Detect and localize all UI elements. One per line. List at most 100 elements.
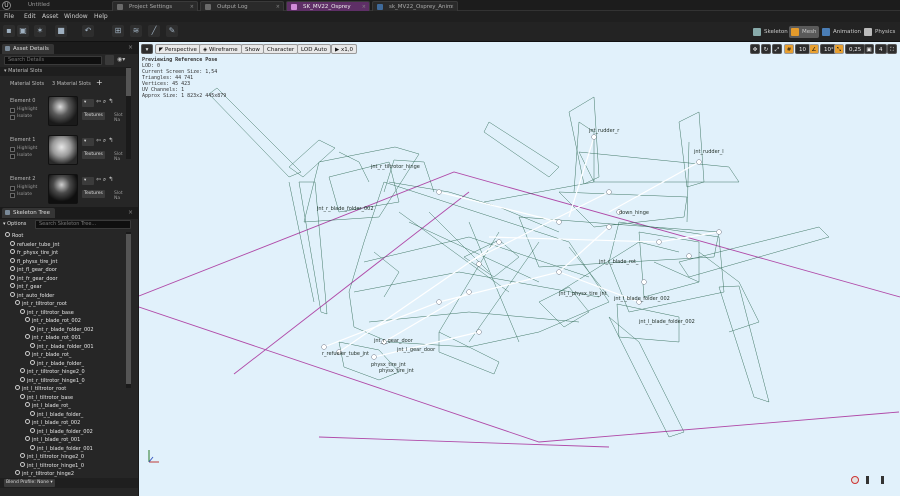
camera-speed-value[interactable]: 4 xyxy=(875,44,887,54)
browse-icon[interactable]: ▣ xyxy=(17,25,29,37)
skeleton-search-input[interactable]: Search Skeleton Tree... xyxy=(35,220,131,229)
character-button[interactable]: Character xyxy=(263,44,299,54)
details-scrollbar[interactable] xyxy=(126,67,131,159)
wireframe-button[interactable]: ◈ Wireframe xyxy=(199,44,242,54)
textures-dropdown[interactable]: Textures xyxy=(82,151,105,159)
material-thumbnail[interactable] xyxy=(48,174,78,204)
highlight-checkbox[interactable] xyxy=(10,108,15,113)
bone-row[interactable]: jnt_l_tiltrotor_root xyxy=(2,385,66,393)
viewport-options-icon[interactable]: ▾ xyxy=(141,44,153,54)
material-picker-icon[interactable]: ▾ xyxy=(82,177,94,185)
bone-row[interactable]: refueler_tube_jnt xyxy=(2,240,59,249)
camera-speed-icon[interactable]: ▣ xyxy=(864,44,874,54)
close-icon[interactable]: × xyxy=(128,209,133,216)
joint-marker[interactable] xyxy=(686,253,692,259)
scale-snap-icon[interactable]: ⤡ xyxy=(834,44,844,54)
bone-row[interactable]: jnt_r_tiltrotor_base xyxy=(2,308,74,317)
textures-dropdown[interactable]: Textures xyxy=(82,190,105,198)
bone-row[interactable]: jnt_l_blade_rot_001 xyxy=(2,436,80,444)
joint-marker[interactable] xyxy=(496,239,502,245)
viewport[interactable]: ▾ ◤ Perspective ◈ Wireframe Show Charact… xyxy=(139,42,900,496)
isolate-checkbox[interactable] xyxy=(10,154,15,159)
mode-skeleton[interactable]: Skeleton xyxy=(751,26,791,38)
table-view-icon[interactable] xyxy=(105,55,114,65)
material-picker-icon[interactable]: ▾ xyxy=(82,99,94,107)
translate-icon[interactable]: ✥ xyxy=(750,44,760,54)
joint-marker[interactable] xyxy=(436,299,442,305)
add-slot-icon[interactable]: + xyxy=(96,78,103,87)
tab-skeleton-tree[interactable]: Skeleton Tree xyxy=(2,208,55,218)
bone-row[interactable]: jnt_r_blade_folder_ xyxy=(2,359,84,368)
joint-marker[interactable] xyxy=(606,189,612,195)
brush-icon[interactable]: ╱ xyxy=(148,25,160,37)
record-icon[interactable] xyxy=(851,476,859,484)
stop-icon[interactable] xyxy=(881,476,884,484)
joint-marker[interactable] xyxy=(321,344,327,350)
tab-asset-details[interactable]: Asset Details xyxy=(2,44,54,54)
bone-row[interactable]: jnt_r_tiltrotor_hinge2 xyxy=(2,470,74,478)
bone-row[interactable]: jnt_f_gear xyxy=(2,283,42,291)
browse-arrow-icon[interactable]: ⇦ ⌕ ↰ xyxy=(96,98,113,106)
transform-icon[interactable]: ≋ xyxy=(130,25,142,37)
options-dropdown[interactable]: ▾ Options xyxy=(3,221,26,227)
scale-icon[interactable]: ⤢ xyxy=(772,44,782,54)
material-picker-icon[interactable]: ▾ xyxy=(82,138,94,146)
bone-row[interactable]: jnt_r_blade_rot_002 xyxy=(2,317,81,325)
reimport-icon[interactable]: ✶ xyxy=(34,25,46,37)
joint-marker[interactable] xyxy=(606,224,612,230)
menu-file[interactable]: File xyxy=(4,12,14,21)
bone-row[interactable]: jnt_l_tiltrotor_base xyxy=(2,393,73,402)
save-icon[interactable]: ▪ xyxy=(3,25,15,37)
joint-marker[interactable] xyxy=(641,279,647,285)
isolate-checkbox[interactable] xyxy=(10,193,15,198)
grid-snap-icon[interactable]: # xyxy=(784,44,794,54)
scale-snap-value[interactable]: 0,25 xyxy=(845,44,866,54)
tree-scrollbar[interactable] xyxy=(126,232,131,388)
browse-arrow-icon[interactable]: ⇦ ⌕ ↰ xyxy=(96,176,113,184)
bone-row[interactable]: jnt_r_blade_folder_001 xyxy=(2,342,94,351)
joint-marker[interactable] xyxy=(716,229,722,235)
bone-row[interactable]: Root xyxy=(2,232,23,240)
textures-dropdown[interactable]: Textures xyxy=(82,112,105,120)
material-slots-header[interactable]: ▾ Material Slots xyxy=(0,67,131,76)
joint-marker[interactable] xyxy=(466,289,472,295)
show-button[interactable]: Show xyxy=(241,44,264,54)
mode-mesh[interactable]: Mesh xyxy=(789,26,820,38)
bone-row[interactable]: jnt_r_tiltrotor_root xyxy=(2,300,67,308)
tab-project-settings[interactable]: Project Settings × xyxy=(112,1,198,11)
bone-row[interactable]: jnt_l_blade_folder_002 xyxy=(2,427,93,436)
bone-row[interactable]: jnt_auto_folder xyxy=(2,291,54,300)
grid-snap-value[interactable]: 10 xyxy=(795,44,810,54)
maximize-icon[interactable]: ⛶ xyxy=(887,44,897,54)
wireframe-mesh[interactable] xyxy=(139,42,900,496)
menu-help[interactable]: Help xyxy=(94,12,108,21)
blend-profile-dropdown[interactable]: Blend Profile: None ▾ xyxy=(4,479,55,487)
joint-marker[interactable] xyxy=(476,329,482,335)
mode-animation[interactable]: Animation xyxy=(820,26,864,38)
tab-anim[interactable]: sk_MV22_Osprey_Anim × xyxy=(372,1,458,11)
tab-skeletal-mesh[interactable]: SK_MV22_Osprey × xyxy=(286,1,370,11)
unreal-logo-icon[interactable]: U xyxy=(2,1,11,10)
joint-marker[interactable] xyxy=(371,354,377,360)
joint-marker[interactable] xyxy=(591,134,597,140)
camera-icon[interactable]: ■ xyxy=(55,25,67,37)
menu-edit[interactable]: Edit xyxy=(24,12,36,21)
perspective-button[interactable]: ◤ Perspective xyxy=(155,44,201,54)
browse-arrow-icon[interactable]: ⇦ ⌕ ↰ xyxy=(96,137,113,145)
lod-button[interactable]: LOD Auto xyxy=(297,44,331,54)
joint-marker[interactable] xyxy=(556,219,562,225)
bone-row[interactable]: jnt_r_blade_rot_001 xyxy=(2,334,81,342)
tab-output-log[interactable]: Output Log × xyxy=(200,1,284,11)
material-thumbnail[interactable] xyxy=(48,135,78,165)
playback-speed-button[interactable]: ▶ x1,0 xyxy=(331,44,357,54)
rotation-snap-icon[interactable]: ∠ xyxy=(809,44,819,54)
bone-row[interactable]: jnt_r_tiltrotor_hinge1_0 xyxy=(2,376,85,385)
close-icon[interactable]: × xyxy=(128,44,133,51)
bone-row[interactable]: jnt_l_blade_rot_002 xyxy=(2,419,80,427)
joint-marker[interactable] xyxy=(476,261,482,267)
joint-marker[interactable] xyxy=(556,269,562,275)
menu-asset[interactable]: Asset xyxy=(42,12,58,21)
bone-row[interactable]: fl_physx_tire_jnt xyxy=(2,257,57,266)
pause-icon[interactable] xyxy=(866,476,869,484)
bone-row[interactable]: jnt_l_tiltrotor_hinge1_0 xyxy=(2,461,84,470)
